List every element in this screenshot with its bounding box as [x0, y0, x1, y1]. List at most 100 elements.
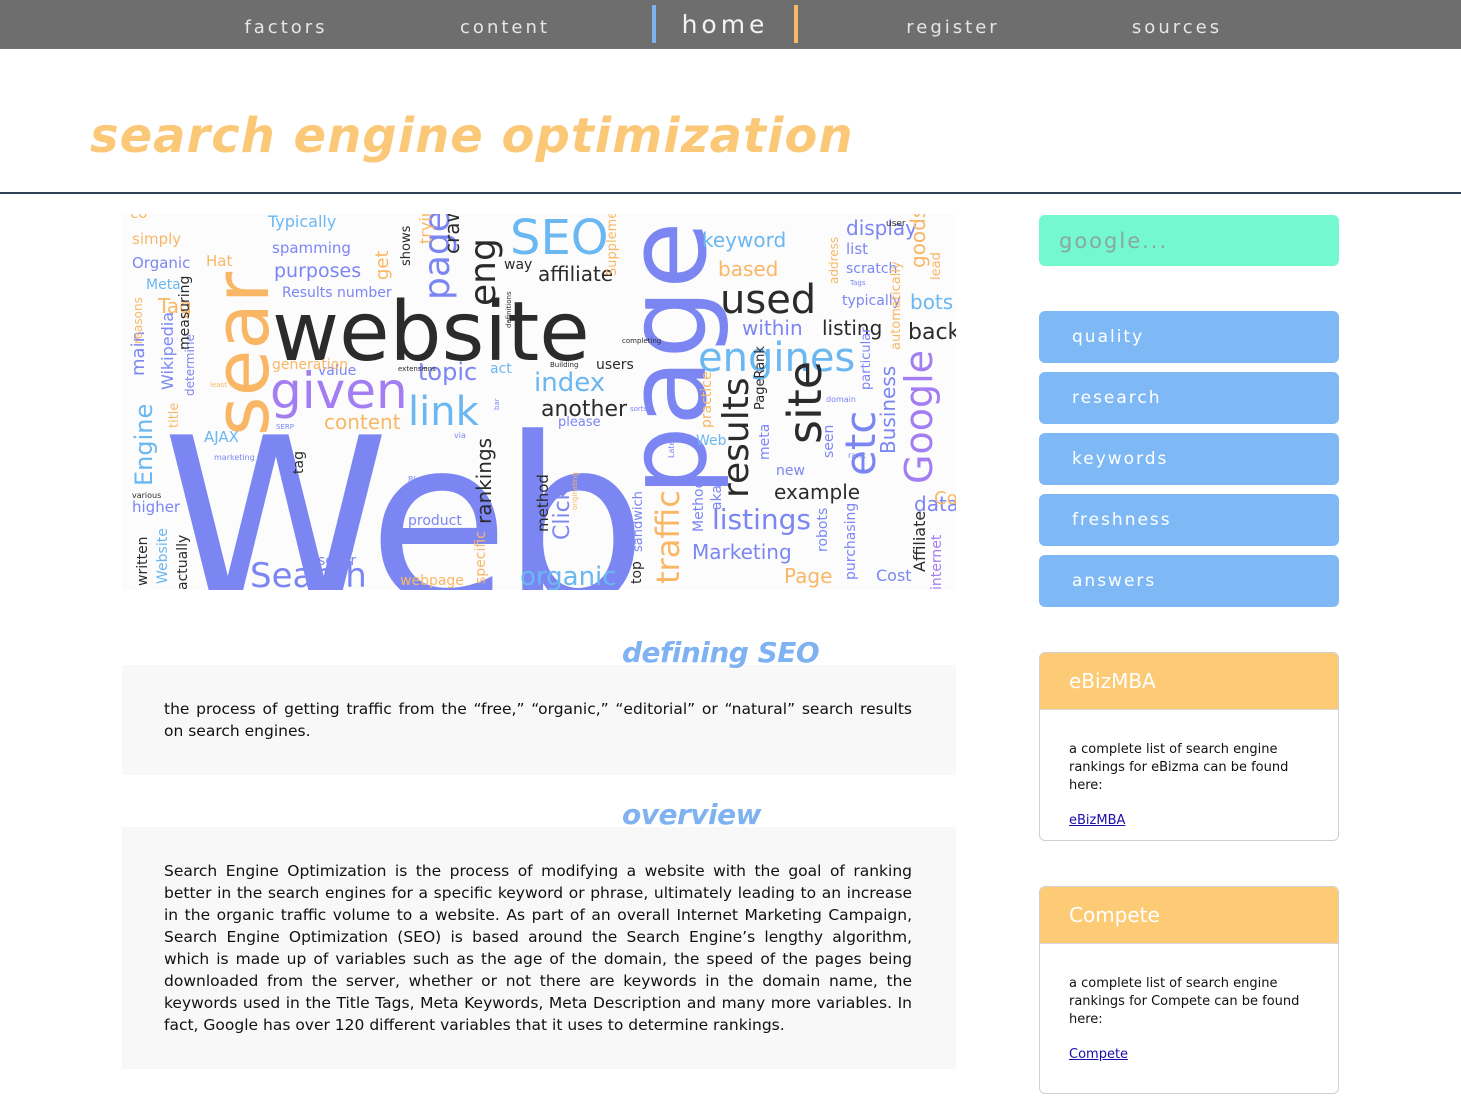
answers-button[interactable]: answers: [1039, 555, 1339, 607]
cloud-word: driving: [341, 505, 357, 554]
nav-link-home[interactable]: home: [652, 5, 798, 43]
cloud-word: webpage: [400, 573, 464, 589]
cloud-word: please: [558, 415, 601, 430]
cloud-word: content: [324, 410, 401, 434]
overview-heading: overview: [622, 798, 762, 831]
cloud-word: higher: [132, 498, 181, 516]
title-divider: [0, 192, 1461, 194]
nav-link-sources[interactable]: sources: [1118, 0, 1236, 49]
quality-button[interactable]: quality: [1039, 311, 1339, 363]
top-nav: factors content home register sources: [0, 0, 1461, 49]
cloud-word: SEO: [510, 214, 609, 266]
cloud-word: robots: [815, 507, 831, 552]
cloud-word: Website: [155, 528, 171, 584]
cloud-word: trying: [416, 214, 435, 244]
cloud-word: bar: [493, 398, 501, 410]
nav-link-content[interactable]: content: [446, 0, 564, 49]
cloud-word: new: [776, 463, 805, 479]
cloud-word: extensions: [398, 365, 436, 373]
page-title: search engine optimization: [90, 108, 854, 164]
cloud-word: seen: [821, 424, 837, 458]
ebizmba-card-text: a complete list of search engine ranking…: [1069, 742, 1289, 793]
compete-card-title: Compete: [1040, 887, 1338, 944]
overview-section: Search Engine Optimization is the proces…: [122, 827, 956, 1069]
cloud-word: co: [130, 214, 147, 221]
cloud-word: Business: [876, 365, 900, 454]
ebizmba-card-title: eBizMBA: [1040, 653, 1338, 710]
cloud-word: Tags: [850, 279, 866, 287]
cloud-word: Results number: [282, 285, 392, 301]
compete-card-text: a complete list of search engine ranking…: [1069, 976, 1300, 1027]
freshness-button[interactable]: freshness: [1039, 494, 1339, 546]
defining-seo-text: the process of getting traffic from the …: [164, 700, 912, 740]
cloud-word: Consortium: [934, 488, 956, 509]
cloud-word: method: [534, 474, 552, 532]
cloud-word: marketing: [214, 453, 255, 462]
cloud-word: Latent: [667, 432, 676, 458]
cloud-word: PageRank: [753, 346, 768, 410]
cloud-word: originating: [571, 472, 579, 510]
cloud-word: written: [135, 536, 151, 586]
cloud-word: act: [490, 361, 512, 377]
cloud-word: product: [408, 513, 462, 529]
cloud-word: Building: [550, 361, 579, 369]
cloud-word: way: [504, 257, 533, 273]
cloud-word: back: [908, 320, 956, 345]
cloud-word: sear: [197, 271, 286, 436]
cloud-word: specific: [473, 531, 489, 584]
nav-link-register[interactable]: register: [890, 0, 1016, 49]
cloud-word: meta: [757, 423, 773, 460]
cloud-word: rankings: [472, 437, 496, 524]
cloud-word: title: [167, 402, 182, 428]
cloud-word: Supplemental: [605, 214, 620, 276]
cloud-word: organic: [520, 562, 617, 590]
cloud-word: SERP: [276, 423, 294, 431]
cloud-word: pays: [210, 573, 244, 589]
cloud-word: address: [827, 236, 841, 284]
ebizmba-link[interactable]: eBizMBA: [1069, 813, 1125, 828]
cloud-word: lead: [929, 252, 944, 280]
nav-link-factors[interactable]: factors: [228, 0, 344, 49]
cloud-word: AJAX: [204, 428, 239, 446]
cloud-word: Wikipedia: [158, 311, 177, 390]
cloud-word: Organic: [132, 254, 191, 272]
ebizmba-card: eBizMBA a complete list of search engine…: [1039, 652, 1339, 841]
cloud-word: least: [210, 381, 227, 389]
overview-text: Search Engine Optimization is the proces…: [164, 862, 912, 1034]
cloud-word: get: [372, 250, 393, 280]
cloud-word: sorts: [630, 405, 648, 413]
compete-link[interactable]: Compete: [1069, 1047, 1128, 1062]
cloud-word: index: [534, 368, 606, 398]
keywords-button[interactable]: keywords: [1039, 433, 1339, 485]
cloud-word: bots: [910, 290, 954, 314]
cloud-word: internet: [929, 534, 945, 590]
cloud-word: Cost: [876, 566, 912, 585]
cloud-word: eng: [463, 238, 504, 306]
cloud-word: user: [886, 219, 906, 229]
cloud-word: top: [629, 561, 645, 584]
cloud-word: purposes: [274, 260, 362, 282]
cloud-word: particular: [859, 327, 874, 390]
google-search-input[interactable]: [1039, 215, 1339, 266]
cloud-word: within: [742, 316, 803, 340]
cloud-word: used: [720, 277, 817, 323]
cloud-word: Meta: [146, 277, 181, 293]
cloud-word: generation: [272, 357, 349, 373]
cloud-word: measuring: [177, 275, 193, 350]
cloud-word: completing: [622, 337, 662, 345]
cloud-word: Affiliate: [910, 510, 929, 572]
cloud-word: reasons: [131, 297, 145, 344]
cloud-word: actually: [175, 534, 191, 590]
cloud-word: tag: [291, 451, 307, 474]
cloud-word: automatically: [889, 261, 904, 350]
cloud-word: rank: [848, 451, 866, 460]
cloud-word: based: [718, 257, 779, 281]
cloud-word: affiliate: [538, 262, 614, 286]
seo-word-cloud-image: Web website page sear SEO engines given …: [122, 214, 956, 590]
cloud-word: definitions: [505, 291, 513, 328]
cloud-word: via: [454, 431, 466, 440]
research-button[interactable]: research: [1039, 372, 1339, 424]
defining-seo-heading: defining SEO: [622, 636, 820, 669]
compete-card: Compete a complete list of search engine…: [1039, 886, 1339, 1094]
cloud-word: craw: [440, 214, 464, 254]
